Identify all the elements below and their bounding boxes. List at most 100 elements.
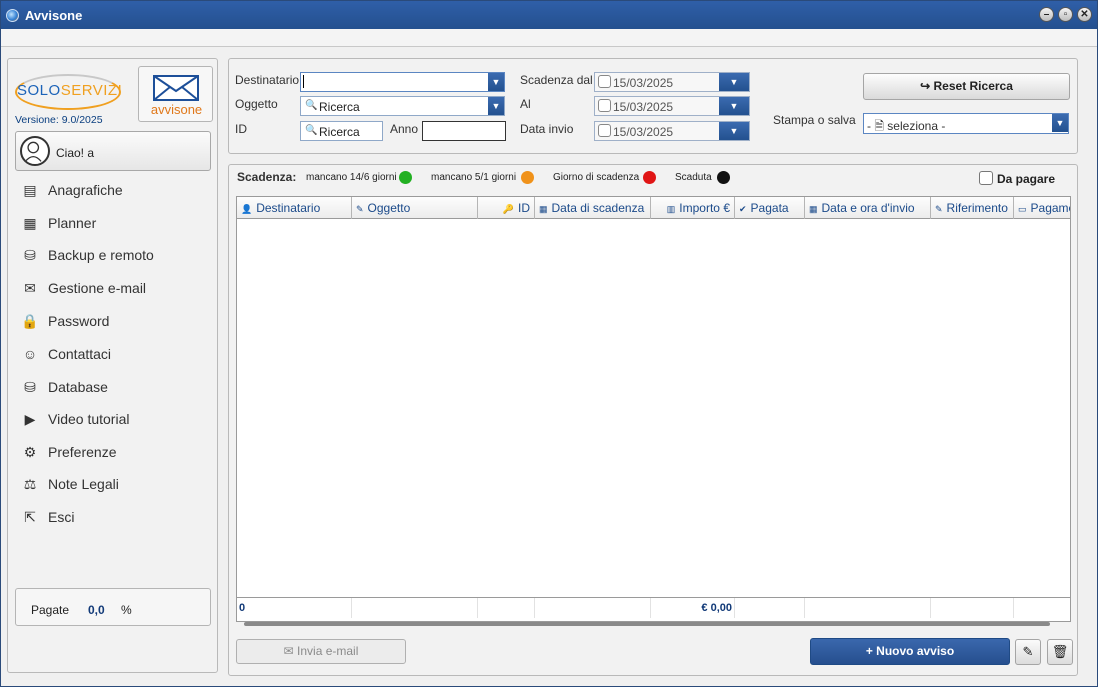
- maximize-button[interactable]: ▫: [1058, 7, 1073, 22]
- footer-count: 0: [237, 598, 352, 618]
- oggetto-dropdown-arrow[interactable]: ▼: [488, 97, 504, 115]
- column-header-data-e-ora-d-invio[interactable]: ▦ Data e ora d'invio: [805, 197, 931, 219]
- column-header-riferimento[interactable]: ✎ Riferimento: [931, 197, 1014, 219]
- delete-button[interactable]: 🗑: [1047, 639, 1073, 665]
- avvisi-table: 👤 Destinatario ✎ Oggetto 🔑 ID ▦ Data di scadenz…: [236, 196, 1071, 622]
- date-picker-arrow[interactable]: ▼: [719, 73, 749, 91]
- data-invio-label: Data invio: [520, 122, 574, 136]
- footer-total: € 0,00: [651, 598, 735, 618]
- oggetto-search-field[interactable]: 🔍 Ricerca ▼: [300, 96, 505, 116]
- sidebar-item-video-tutorial[interactable]: ▶ Video tutorial: [16, 408, 206, 430]
- minimize-button[interactable]: –: [1039, 7, 1054, 22]
- column-header-id[interactable]: 🔑 ID: [478, 197, 535, 219]
- new-notice-button[interactable]: + Nuovo avviso: [810, 638, 1010, 665]
- soloservizi-logo: SOLOSERVIZI: [15, 74, 122, 110]
- column-header-pagame[interactable]: ▭ Pagame: [1014, 197, 1070, 219]
- paid-value: 0,0: [88, 603, 105, 617]
- sidebar-item-gestione-e-mail[interactable]: ✉ Gestione e-mail: [16, 277, 206, 299]
- sidebar-item-password[interactable]: 🔒 Password: [16, 310, 206, 332]
- column-header-importo[interactable]: ▥ Importo €: [651, 197, 735, 219]
- avvisone-module-button[interactable]: avvisone: [138, 66, 213, 122]
- column-icon: ✎: [356, 204, 364, 214]
- stampa-label: Stampa o salva: [773, 113, 856, 127]
- date-picker-arrow[interactable]: ▼: [719, 97, 749, 115]
- edit-button[interactable]: ✎: [1015, 639, 1041, 665]
- sidebar-item-label: Anagrafiche: [48, 182, 123, 198]
- legend-black-dot: [717, 171, 730, 184]
- sidebar-item-label: Video tutorial: [48, 411, 130, 427]
- paid-stats-box: Pagate 0,0 %: [15, 588, 211, 626]
- database-sync-icon: ⛁: [24, 247, 36, 263]
- reset-icon: ↪: [920, 79, 934, 93]
- column-icon: ✎: [935, 204, 943, 214]
- id-search-field[interactable]: 🔍 Ricerca: [300, 121, 383, 141]
- lock-icon: 🔒: [21, 313, 39, 329]
- legend-green-dot: [399, 171, 412, 184]
- sidebar-item-label: Planner: [48, 215, 97, 231]
- sidebar-item-contattaci[interactable]: ☺ Contattaci: [16, 343, 206, 365]
- greeting-text: Ciao! a: [56, 146, 95, 160]
- sidebar-item-preferenze[interactable]: ⚙ Preferenze: [16, 441, 206, 463]
- user-greeting-button[interactable]: Ciao! a: [15, 131, 211, 171]
- footer-cell: [535, 598, 651, 618]
- scadenza-dal-label: Scadenza dal: [520, 73, 593, 87]
- text-cursor: [303, 75, 304, 88]
- sidebar-item-label: Gestione e-mail: [48, 280, 147, 296]
- sidebar-item-note-legali[interactable]: ⚖ Note Legali: [16, 473, 206, 495]
- column-icon: 🔑: [502, 204, 514, 214]
- data-invio-checkbox[interactable]: [598, 124, 611, 137]
- column-header-data-di-scadenza[interactable]: ▦ Data di scadenza: [535, 197, 651, 219]
- search-icon: 🔍: [305, 100, 318, 111]
- table-footer: 0 € 0,00: [237, 597, 1070, 618]
- menu-bar: [1, 29, 1097, 47]
- reset-search-button[interactable]: ↪ Reset Ricerca: [863, 73, 1070, 100]
- close-button[interactable]: ✕: [1077, 7, 1092, 22]
- legend-orange-dot: [521, 171, 534, 184]
- column-header-destinatario[interactable]: 👤 Destinatario: [237, 197, 352, 219]
- stampa-dropdown-arrow[interactable]: ▼: [1052, 114, 1068, 132]
- column-header-pagata[interactable]: ✔ Pagata: [735, 197, 805, 219]
- gear-icon: ⚙: [23, 444, 37, 460]
- scadenza-dal-date[interactable]: 15/03/2025 ▼: [594, 72, 750, 92]
- send-email-button[interactable]: ✉ Invia e-mail: [236, 639, 406, 664]
- legend-red-dot: [643, 171, 656, 184]
- filter-panel: Destinatario ▼ Oggetto 🔍 Ricerca ▼ ID 🔍 …: [228, 58, 1078, 154]
- app-icon: [6, 9, 19, 22]
- al-date[interactable]: 15/03/2025 ▼: [594, 96, 750, 116]
- column-icon: ▦: [539, 204, 548, 214]
- version-label: Versione: 9.0/2025: [15, 114, 103, 126]
- column-icon: ✔: [739, 204, 747, 214]
- sidebar-item-label: Esci: [48, 509, 75, 525]
- column-label: Riferimento: [946, 201, 1008, 215]
- sidebar-item-backup-e-remoto[interactable]: ⛁ Backup e remoto: [16, 244, 206, 266]
- id-card-icon: ▤: [23, 182, 37, 198]
- sidebar-item-planner[interactable]: ▦ Planner: [16, 212, 206, 234]
- checkbox-box[interactable]: [979, 171, 993, 185]
- id-label: ID: [235, 122, 247, 136]
- module-label: avvisone: [150, 102, 203, 117]
- horizontal-scrollbar[interactable]: [244, 622, 1050, 626]
- stampa-select[interactable]: - 🗎 seleziona - ▼: [863, 113, 1069, 134]
- column-label: Oggetto: [367, 201, 411, 215]
- data-invio-date[interactable]: 15/03/2025 ▼: [594, 121, 750, 141]
- sidebar-item-label: Preferenze: [48, 444, 117, 460]
- date-picker-arrow[interactable]: ▼: [719, 122, 749, 140]
- al-checkbox[interactable]: [598, 99, 611, 112]
- column-icon: ▥: [666, 204, 676, 214]
- al-label: Al: [520, 97, 531, 111]
- column-header-oggetto[interactable]: ✎ Oggetto: [352, 197, 478, 219]
- scales-icon: ⚖: [23, 476, 37, 492]
- title-bar: Avvisone – ▫ ✕: [1, 1, 1097, 29]
- sidebar-item-anagrafiche[interactable]: ▤ Anagrafiche: [16, 179, 206, 201]
- destinatario-combobox[interactable]: ▼: [300, 72, 505, 92]
- avvisi-panel: Scadenza: mancano 14/6 giorni mancano 5/…: [228, 164, 1078, 676]
- calendar-icon: ▦: [23, 215, 37, 231]
- pencil-icon: ✎: [1022, 644, 1034, 659]
- destinatario-dropdown-arrow[interactable]: ▼: [488, 73, 504, 91]
- sidebar-item-database[interactable]: ⛁ Database: [16, 376, 206, 398]
- paid-label: Pagate: [31, 603, 70, 617]
- legend-title: Scadenza:: [237, 170, 297, 184]
- anno-input[interactable]: [422, 121, 506, 141]
- scadenza-dal-checkbox[interactable]: [598, 75, 611, 88]
- sidebar-item-esci[interactable]: ⇱ Esci: [16, 506, 206, 528]
